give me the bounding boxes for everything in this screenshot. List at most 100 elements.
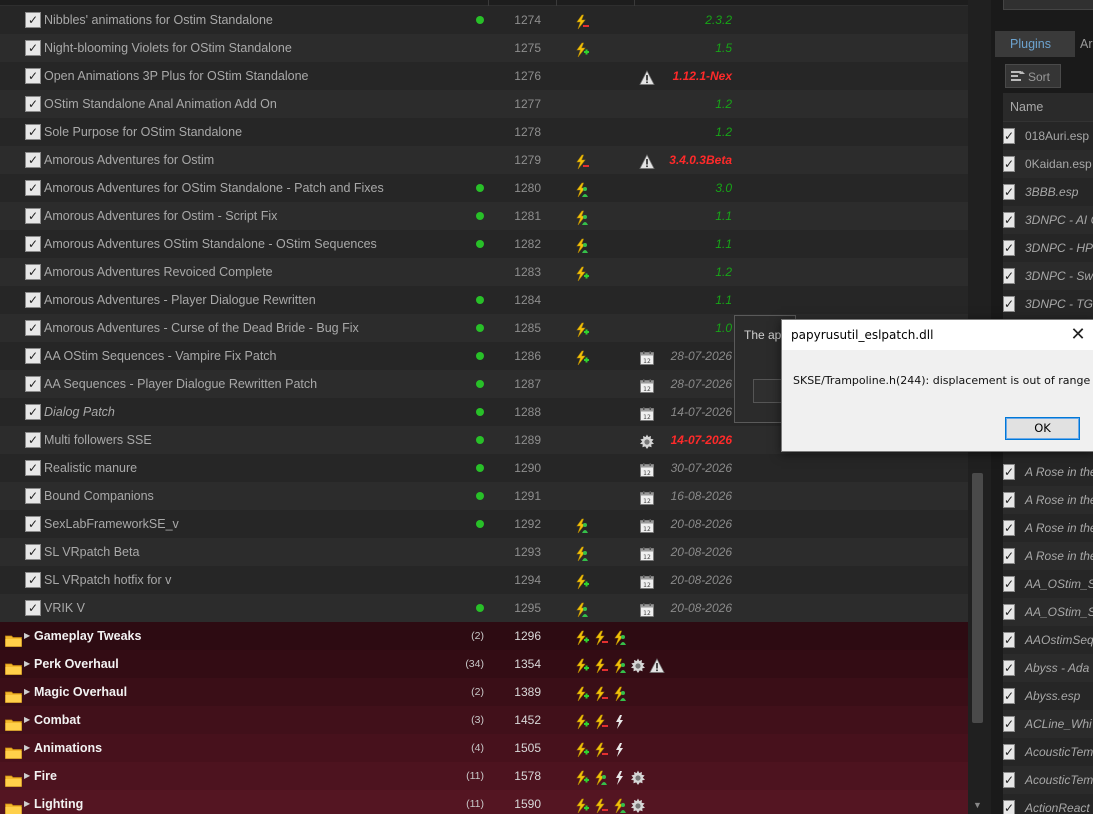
plugin-row[interactable]: ✓ 3DNPC - Sw [1003, 262, 1093, 290]
plugin-row[interactable]: ✓ AcousticTem [1003, 738, 1093, 766]
mod-checkbox[interactable]: ✓ [25, 404, 41, 420]
plugin-checkbox[interactable]: ✓ [1003, 660, 1016, 676]
plugin-row[interactable]: ✓ 0Kaidan.esp [1003, 150, 1093, 178]
mod-checkbox[interactable]: ✓ [25, 544, 41, 560]
tab-plugins[interactable]: Plugins [995, 31, 1075, 57]
plugin-checkbox[interactable]: ✓ [1003, 520, 1016, 536]
plugin-row[interactable]: ✓ AcousticTem [1003, 766, 1093, 794]
expand-arrow-icon[interactable]: ▶ [24, 790, 30, 814]
mod-row[interactable]: ✓ SL VRpatch Beta 1293 12 20-08-2026 [0, 538, 968, 566]
mod-row[interactable]: ✓ Sole Purpose for OStim Standalone 1278 1.… [0, 118, 968, 146]
plugin-row[interactable]: ✓ Abyss - Ada [1003, 654, 1093, 682]
tab-archives[interactable]: Ar [1077, 31, 1093, 57]
mod-checkbox[interactable]: ✓ [25, 12, 41, 28]
mod-checkbox[interactable]: ✓ [25, 68, 41, 84]
plugin-checkbox[interactable]: ✓ [1003, 184, 1016, 200]
mod-row[interactable]: ✓ SexLabFrameworkSE_v 1292 12 20-08-2026 [0, 510, 968, 538]
mod-checkbox[interactable]: ✓ [25, 516, 41, 532]
mod-checkbox[interactable]: ✓ [25, 432, 41, 448]
mod-checkbox[interactable]: ✓ [25, 40, 41, 56]
plugin-checkbox[interactable]: ✓ [1003, 688, 1016, 704]
plugin-checkbox[interactable]: ✓ [1003, 212, 1016, 228]
separator-row[interactable]: ▶ Gameplay Tweaks (2) 1296 [0, 622, 968, 650]
mod-checkbox[interactable]: ✓ [25, 292, 41, 308]
expand-arrow-icon[interactable]: ▶ [24, 706, 30, 734]
mod-row[interactable]: ✓ Bound Companions 1291 12 16-08-2026 [0, 482, 968, 510]
mod-checkbox[interactable]: ✓ [25, 600, 41, 616]
separator-row[interactable]: ▶ Magic Overhaul (2) 1389 [0, 678, 968, 706]
mod-checkbox[interactable]: ✓ [25, 208, 41, 224]
mod-row[interactable]: ✓ Amorous Adventures for Ostim 1279 3.4.0.3… [0, 146, 968, 174]
ok-button[interactable]: OK [1005, 417, 1080, 440]
mod-row[interactable]: ✓ Amorous Adventures for Ostim - Script F… [0, 202, 968, 230]
mod-row[interactable]: ✓ SL VRpatch hotfix for v 1294 12 20-08-2026 [0, 566, 968, 594]
mod-row[interactable]: ✓ VRIK V 1295 12 20-08-2026 [0, 594, 968, 622]
plugin-checkbox[interactable]: ✓ [1003, 604, 1016, 620]
plugin-checkbox[interactable]: ✓ [1003, 576, 1016, 592]
plugin-checkbox[interactable]: ✓ [1003, 268, 1016, 284]
mod-checkbox[interactable]: ✓ [25, 264, 41, 280]
close-icon[interactable]: ✕ [1066, 324, 1090, 346]
mod-row[interactable]: ✓ Open Animations 3P Plus for OStim Stand… [0, 62, 968, 90]
separator-row[interactable]: ▶ Perk Overhaul (34) 1354 [0, 650, 968, 678]
plugin-checkbox[interactable]: ✓ [1003, 716, 1016, 732]
mod-row[interactable]: ✓ Realistic manure 1290 12 30-07-2026 [0, 454, 968, 482]
plugin-checkbox[interactable]: ✓ [1003, 128, 1016, 144]
plugin-checkbox[interactable]: ✓ [1003, 800, 1016, 814]
mod-row[interactable]: ✓ Amorous Adventures Revoiced Complete 128… [0, 258, 968, 286]
mod-checkbox[interactable]: ✓ [25, 180, 41, 196]
plugin-checkbox[interactable]: ✓ [1003, 772, 1016, 788]
plugin-row[interactable]: ✓ 3DNPC - HP [1003, 234, 1093, 262]
plugin-checkbox[interactable]: ✓ [1003, 492, 1016, 508]
mod-row[interactable]: ✓ Amorous Adventures OStim Standalone - O… [0, 230, 968, 258]
profile-dropdown[interactable] [1003, 0, 1093, 10]
plugin-checkbox[interactable]: ✓ [1003, 240, 1016, 256]
plugin-row[interactable]: ✓ A Rose in the [1003, 458, 1093, 486]
plugin-row[interactable]: ✓ ActionReact [1003, 794, 1093, 814]
mod-checkbox[interactable]: ✓ [25, 320, 41, 336]
plugin-row[interactable]: ✓ 3DNPC - AI C [1003, 206, 1093, 234]
mod-checkbox[interactable]: ✓ [25, 96, 41, 112]
separator-row[interactable]: ▶ Fire (11) 1578 [0, 762, 968, 790]
plugin-checkbox[interactable]: ✓ [1003, 548, 1016, 564]
mod-checkbox[interactable]: ✓ [25, 124, 41, 140]
plugin-row[interactable]: ✓ ACLine_Whi [1003, 710, 1093, 738]
mod-checkbox[interactable]: ✓ [25, 460, 41, 476]
plugin-checkbox[interactable]: ✓ [1003, 156, 1016, 172]
expand-arrow-icon[interactable]: ▶ [24, 622, 30, 650]
scroll-down-icon[interactable]: ▼ [973, 800, 982, 810]
mod-row[interactable]: ✓ Nibbles' animations for Ostim Standalon… [0, 6, 968, 34]
mod-checkbox[interactable]: ✓ [25, 488, 41, 504]
separator-row[interactable]: ▶ Lighting (11) 1590 [0, 790, 968, 814]
plugin-row[interactable]: ✓ AAOstimSeq [1003, 626, 1093, 654]
plugin-checkbox[interactable]: ✓ [1003, 296, 1016, 312]
plugin-row[interactable]: ✓ 3BBB.esp [1003, 178, 1093, 206]
plugin-row[interactable]: ✓ A Rose in the [1003, 486, 1093, 514]
plugin-checkbox[interactable]: ✓ [1003, 744, 1016, 760]
mod-checkbox[interactable]: ✓ [25, 348, 41, 364]
plugin-checkbox[interactable]: ✓ [1003, 632, 1016, 648]
mod-row[interactable]: ✓ Amorous Adventures - Player Dialogue Re… [0, 286, 968, 314]
plugin-name-header[interactable]: Name [1003, 93, 1093, 122]
mod-row[interactable]: ✓ OStim Standalone Anal Animation Add On 1… [0, 90, 968, 118]
expand-arrow-icon[interactable]: ▶ [24, 678, 30, 706]
expand-arrow-icon[interactable]: ▶ [24, 734, 30, 762]
separator-row[interactable]: ▶ Animations (4) 1505 [0, 734, 968, 762]
plugin-row[interactable]: ✓ 018Auri.esp [1003, 122, 1093, 150]
mod-row[interactable]: ✓ Amorous Adventures for OStim Standalone… [0, 174, 968, 202]
plugin-row[interactable]: ✓ AA_OStim_Se [1003, 598, 1093, 626]
mod-row[interactable]: ✓ Night-blooming Violets for OStim Standa… [0, 34, 968, 62]
mod-checkbox[interactable]: ✓ [25, 236, 41, 252]
mod-checkbox[interactable]: ✓ [25, 152, 41, 168]
plugin-row[interactable]: ✓ A Rose in the [1003, 542, 1093, 570]
scrollbar-thumb[interactable] [972, 473, 983, 723]
expand-arrow-icon[interactable]: ▶ [24, 762, 30, 790]
mod-checkbox[interactable]: ✓ [25, 572, 41, 588]
sort-button[interactable]: Sort [1005, 64, 1061, 88]
plugin-row[interactable]: ✓ AA_OStim_Se [1003, 570, 1093, 598]
plugin-row[interactable]: ✓ A Rose in the [1003, 514, 1093, 542]
plugin-checkbox[interactable]: ✓ [1003, 464, 1016, 480]
mod-checkbox[interactable]: ✓ [25, 376, 41, 392]
plugin-row[interactable]: ✓ 3DNPC - TG [1003, 290, 1093, 318]
expand-arrow-icon[interactable]: ▶ [24, 650, 30, 678]
